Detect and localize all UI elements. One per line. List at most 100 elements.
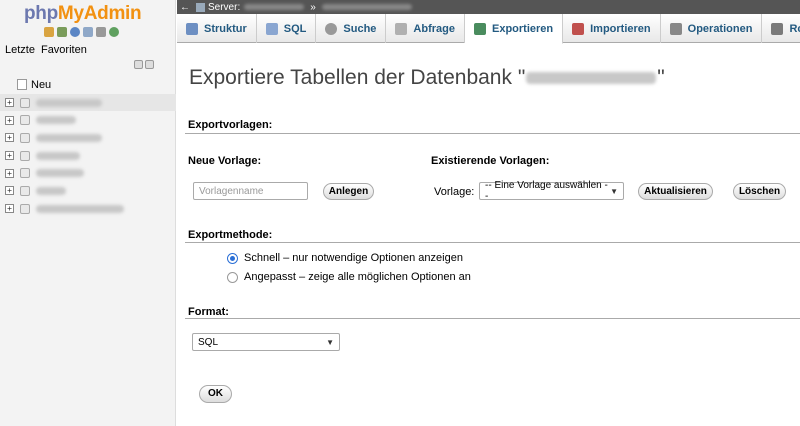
expand-icon[interactable]: + bbox=[5, 168, 14, 178]
home-icon[interactable] bbox=[44, 27, 54, 37]
expand-icon[interactable]: + bbox=[5, 204, 14, 214]
database-icon bbox=[20, 168, 30, 179]
radio-button[interactable] bbox=[227, 271, 238, 283]
server-name-redacted bbox=[244, 4, 305, 10]
tree-item-database[interactable]: + bbox=[0, 164, 176, 182]
expand-icon[interactable]: + bbox=[5, 186, 14, 196]
breadcrumb-server[interactable]: Server: bbox=[208, 2, 240, 13]
database-icon bbox=[20, 203, 30, 214]
database-name-redacted bbox=[36, 98, 102, 107]
page-title: Exportiere Tabellen der Datenbank " " bbox=[189, 66, 665, 89]
divider bbox=[185, 133, 800, 134]
expand-icon[interactable]: + bbox=[5, 115, 14, 125]
export-method-custom[interactable]: Angepasst – zeige alle möglichen Optione… bbox=[227, 271, 471, 283]
reload-icon[interactable] bbox=[109, 27, 119, 37]
new-template-label: Neue Vorlage: bbox=[188, 155, 262, 167]
tab-label: SQL bbox=[283, 22, 307, 35]
template-name-input[interactable]: Vorlagenname bbox=[193, 182, 308, 200]
section-heading-format: Format: bbox=[188, 306, 229, 318]
tab-label: Operationen bbox=[687, 22, 753, 35]
database-name-redacted bbox=[36, 169, 84, 178]
phpmyadmin-logo[interactable]: phpMyAdmin bbox=[24, 3, 142, 25]
database-icon bbox=[20, 132, 30, 143]
tab-recent[interactable]: Letzte bbox=[5, 44, 35, 56]
tree-item-database[interactable]: + bbox=[0, 147, 176, 165]
breadcrumb-separator: » bbox=[310, 1, 316, 13]
template-select-value: -- Eine Vorlage auswählen -- bbox=[485, 180, 608, 202]
logout-icon[interactable] bbox=[57, 27, 67, 37]
tab-label: Suche bbox=[343, 22, 377, 35]
delete-template-button[interactable]: Löschen bbox=[733, 183, 786, 200]
navigation-sidebar: phpMyAdmin Letzte Favoriten Neu + + + + … bbox=[0, 0, 176, 426]
update-template-button[interactable]: Aktualisieren bbox=[638, 183, 713, 200]
tab-routines[interactable]: Routinen bbox=[762, 14, 800, 43]
expand-icon[interactable]: + bbox=[5, 133, 14, 143]
section-heading-export-templates: Exportvorlagen: bbox=[188, 119, 273, 131]
database-name-redacted bbox=[36, 204, 124, 213]
settings-gear-icon[interactable] bbox=[96, 27, 106, 37]
tab-structure[interactable]: Struktur bbox=[177, 14, 257, 43]
tree-item-database[interactable]: + bbox=[0, 111, 176, 129]
docs-icon[interactable] bbox=[83, 27, 93, 37]
tab-operations[interactable]: Operationen bbox=[661, 14, 763, 43]
sidebar-tabs: Letzte Favoriten bbox=[5, 44, 87, 56]
help-icon[interactable] bbox=[70, 27, 80, 37]
create-template-button[interactable]: Anlegen bbox=[323, 183, 374, 200]
chevron-down-icon: ▼ bbox=[326, 337, 334, 347]
database-tree: Neu + + + + + + + bbox=[0, 76, 176, 218]
tree-item-database[interactable]: + bbox=[0, 182, 176, 200]
import-icon bbox=[572, 22, 585, 35]
ok-button[interactable]: OK bbox=[199, 385, 232, 403]
export-icon bbox=[473, 22, 486, 35]
tab-sql[interactable]: SQL bbox=[257, 14, 317, 43]
section-heading-export-method: Exportmethode: bbox=[188, 229, 273, 241]
database-icon bbox=[20, 97, 30, 108]
tree-item-new[interactable]: Neu bbox=[0, 76, 176, 94]
divider bbox=[185, 242, 800, 243]
radio-button-selected[interactable] bbox=[227, 252, 238, 264]
tree-controls bbox=[134, 60, 154, 69]
expand-icon[interactable]: + bbox=[5, 151, 14, 161]
existing-templates-label: Existierende Vorlagen: bbox=[431, 155, 550, 167]
tree-item-database[interactable]: + bbox=[0, 93, 176, 112]
tab-label: Routinen bbox=[789, 22, 800, 35]
routines-icon bbox=[771, 22, 784, 35]
structure-icon bbox=[186, 22, 198, 35]
format-select-value: SQL bbox=[198, 336, 219, 348]
tab-export[interactable]: Exportieren bbox=[464, 14, 564, 44]
server-icon bbox=[196, 2, 205, 12]
back-arrow-icon[interactable]: ← bbox=[177, 2, 196, 13]
tab-search[interactable]: Suche bbox=[316, 14, 387, 43]
database-icon bbox=[20, 115, 30, 126]
expand-icon[interactable]: + bbox=[5, 98, 14, 108]
query-icon bbox=[395, 22, 408, 35]
search-icon bbox=[325, 22, 338, 35]
collapse-all-icon[interactable] bbox=[134, 60, 143, 69]
quick-links bbox=[44, 27, 119, 37]
tree-item-new-label: Neu bbox=[31, 78, 52, 91]
tab-favorites[interactable]: Favoriten bbox=[41, 44, 87, 56]
radio-label: Schnell – nur notwendige Optionen anzeig… bbox=[244, 252, 463, 264]
database-name-redacted[interactable] bbox=[321, 4, 412, 10]
tab-label: Abfrage bbox=[413, 22, 455, 35]
breadcrumb-bar: ← Server: » bbox=[177, 0, 800, 14]
sql-icon bbox=[265, 22, 278, 35]
link-with-main-icon[interactable] bbox=[145, 60, 154, 69]
tab-query[interactable]: Abfrage bbox=[386, 14, 465, 43]
template-select-label: Vorlage: bbox=[434, 186, 475, 198]
wrench-icon bbox=[669, 22, 682, 35]
tree-item-database[interactable]: + bbox=[0, 200, 176, 218]
tab-bar: Struktur SQL Suche Abfrage Exportieren I… bbox=[177, 14, 800, 44]
database-name-redacted bbox=[36, 186, 66, 195]
database-name-redacted bbox=[36, 151, 80, 160]
tab-label: Struktur bbox=[204, 22, 247, 35]
template-select[interactable]: -- Eine Vorlage auswählen -- ▼ bbox=[479, 180, 624, 202]
export-method-quick[interactable]: Schnell – nur notwendige Optionen anzeig… bbox=[227, 252, 463, 264]
divider bbox=[185, 318, 800, 319]
database-icon bbox=[20, 185, 30, 196]
database-name-redacted bbox=[526, 72, 657, 85]
tree-item-database[interactable]: + bbox=[0, 129, 176, 147]
tab-import[interactable]: Importieren bbox=[563, 14, 661, 43]
main-content: Exportiere Tabellen der Datenbank " " Exp… bbox=[177, 44, 800, 426]
format-select[interactable]: SQL ▼ bbox=[192, 333, 340, 351]
